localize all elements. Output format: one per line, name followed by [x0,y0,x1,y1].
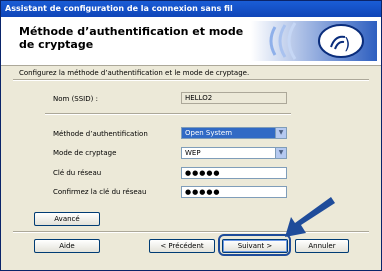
instruction-text: Configurez la méthode d’authentification… [19,69,250,77]
help-button[interactable]: Aide [34,239,100,253]
advanced-button[interactable]: Avancé [34,212,100,226]
cancel-button[interactable]: Annuler [295,239,349,253]
auth-method-value: Open System [185,129,233,137]
chevron-down-icon[interactable]: ▼ [275,148,286,158]
network-key-input[interactable]: ●●●●● [181,167,287,179]
wizard-window: Assistant de configuration de la connexi… [0,0,382,271]
pointer-arrow-icon [285,197,335,237]
ssid-label: Nom (SSID) : [53,95,98,103]
encryption-mode-select[interactable]: WEP ▼ [181,147,287,159]
wireless-signal-icon: ) [251,21,377,61]
previous-button[interactable]: < Précédent [149,239,215,253]
svg-text:): ) [344,34,350,53]
separator [45,113,291,115]
encryption-mode-value: WEP [185,149,201,157]
network-key-label: Clé du réseau [53,169,102,177]
auth-method-label: Méthode d’authentification [53,130,148,138]
chevron-down-icon[interactable]: ▼ [275,128,286,138]
confirm-key-label: Confirmez la clé du réseau [53,188,147,196]
page-title: Méthode d’authentification et mode de cr… [19,25,244,51]
encryption-mode-label: Mode de cryptage [53,149,117,157]
auth-method-select[interactable]: Open System ▼ [181,127,287,139]
header-panel: Méthode d’authentification et mode de cr… [1,17,381,66]
confirm-key-input[interactable]: ●●●●● [181,186,287,198]
window-title: Assistant de configuration de la connexi… [1,1,381,17]
ssid-field: HELLO2 [181,92,287,104]
separator [13,79,369,81]
